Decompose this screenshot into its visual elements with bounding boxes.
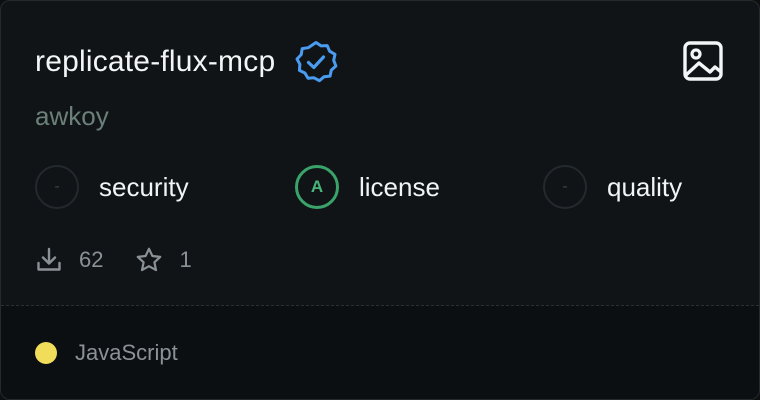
server-card[interactable]: replicate-flux-mcp awkoy - security A li… (0, 0, 760, 400)
author-name[interactable]: awkoy (35, 99, 109, 133)
security-label: security (99, 172, 189, 202)
server-name[interactable]: replicate-flux-mcp (35, 42, 275, 82)
language-name: JavaScript (75, 340, 178, 365)
security-grade-badge: - (35, 165, 79, 209)
metric-quality: - quality (543, 165, 682, 209)
license-label: license (359, 172, 440, 202)
title-row: replicate-flux-mcp (35, 39, 339, 85)
metric-license: A license (295, 165, 440, 209)
license-grade-badge: A (295, 165, 339, 209)
download-count: 62 (79, 247, 104, 272)
image-icon (683, 41, 723, 81)
star-icon (137, 247, 162, 272)
verified-badge-icon (295, 41, 338, 83)
footer-divider (1, 305, 759, 306)
stats-row: 62 1 (35, 245, 192, 275)
star-count: 1 (179, 247, 192, 272)
language-color-dot (35, 342, 57, 364)
download-icon (37, 247, 61, 271)
quality-grade-badge: - (543, 165, 587, 209)
metric-security: - security (35, 165, 189, 209)
quality-label: quality (607, 172, 683, 202)
